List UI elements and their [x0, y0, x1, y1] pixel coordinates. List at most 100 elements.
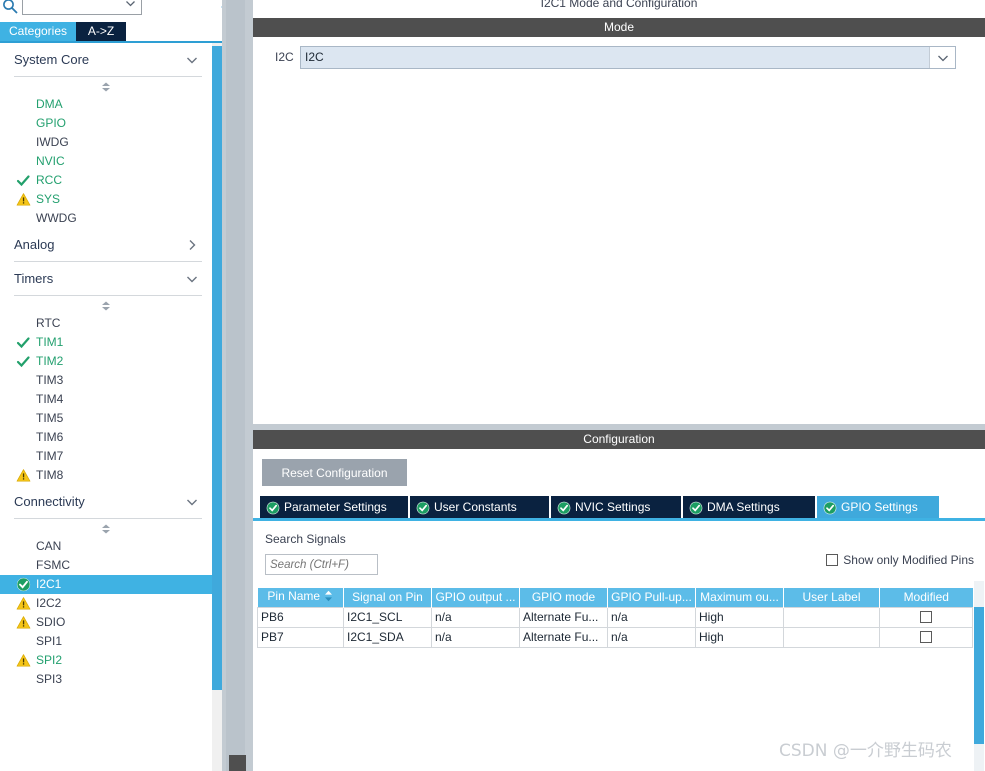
column-header-gpio-pull-up[interactable]: GPIO Pull-up... — [607, 588, 696, 607]
cell-gpio-output[interactable]: n/a — [431, 606, 520, 628]
panel-corner-box — [229, 755, 246, 771]
tree-item-dma[interactable]: DMA — [0, 95, 212, 114]
gpio-scrollbar-thumb[interactable] — [974, 607, 984, 744]
tree-item-tim2[interactable]: TIM2 — [0, 352, 212, 371]
tree-resize-handle[interactable] — [0, 79, 212, 95]
show-only-modified-pins-checkbox[interactable]: Show only Modified Pins — [826, 553, 974, 571]
cell-gpio-pullup[interactable]: n/a — [607, 606, 696, 628]
tree-item-fsmc[interactable]: FSMC — [0, 556, 212, 575]
tree-item-spi2[interactable]: SPI2 — [0, 651, 212, 670]
chevron-down-icon[interactable] — [929, 47, 955, 68]
left-scrollbar-thumb[interactable] — [212, 46, 222, 690]
cell-signal-on-pin[interactable]: I2C1_SDA — [343, 626, 432, 648]
cell-gpio-output[interactable]: n/a — [431, 626, 520, 648]
tab-gpio-settings[interactable]: GPIO Settings — [817, 496, 939, 518]
tree-group-system-core[interactable]: System Core — [14, 43, 202, 77]
cell-maximum-output[interactable]: High — [695, 606, 784, 628]
cell-gpio-pullup[interactable]: n/a — [607, 626, 696, 648]
tree-item-i2c1[interactable]: I2C1 — [0, 575, 212, 594]
tree-item-wwdg[interactable]: WWDG — [0, 209, 212, 228]
cell-user-label[interactable] — [783, 606, 880, 628]
tree-resize-handle[interactable] — [0, 521, 212, 537]
table-row[interactable]: PB7 I2C1_SDA n/a Alternate Fu... n/a High — [257, 626, 973, 648]
column-header-gpio-mode[interactable]: GPIO mode — [519, 588, 608, 607]
tree-item-label: TIM1 — [36, 335, 64, 349]
column-header-user-label[interactable]: User Label — [783, 588, 880, 607]
tab-categories[interactable]: Categories — [0, 22, 76, 41]
tree-group-label: Analog — [14, 237, 55, 252]
tree-item-iwdg[interactable]: IWDG — [0, 133, 212, 152]
search-signals-input[interactable] — [265, 554, 378, 575]
status-none-icon — [16, 373, 31, 388]
cell-signal-on-pin[interactable]: I2C1_SCL — [343, 606, 432, 628]
tree-item-i2c2[interactable]: I2C2 — [0, 594, 212, 613]
tree-item-spi3[interactable]: SPI3 — [0, 670, 212, 689]
status-none-icon — [16, 634, 31, 649]
column-header-label: User Label — [802, 590, 861, 605]
status-none-icon — [16, 97, 31, 112]
tree-item-sdio[interactable]: SDIO — [0, 613, 212, 632]
mode-section-header: Mode — [253, 18, 985, 37]
tree-item-spi1[interactable]: SPI1 — [0, 632, 212, 651]
i2c-mode-select[interactable]: I2C — [300, 46, 956, 69]
checkbox-box[interactable] — [920, 611, 932, 623]
tree-item-tim7[interactable]: TIM7 — [0, 447, 212, 466]
cell-user-label[interactable] — [783, 626, 880, 648]
reset-configuration-button[interactable]: Reset Configuration — [262, 459, 407, 486]
tree-group-analog[interactable]: Analog — [14, 228, 202, 262]
table-body: PB6 I2C1_SCL n/a Alternate Fu... n/a High PB7 I… — [257, 606, 973, 648]
tree-item-can[interactable]: CAN — [0, 537, 212, 556]
chevron-down-icon[interactable] — [125, 0, 136, 9]
tree-item-rtc[interactable]: RTC — [0, 314, 212, 333]
column-header-gpio-output[interactable]: GPIO output ... — [431, 588, 520, 607]
tree-item-tim4[interactable]: TIM4 — [0, 390, 212, 409]
tree-item-label: I2C2 — [36, 596, 62, 610]
tree-group-connectivity[interactable]: Connectivity — [14, 485, 202, 519]
tree-item-nvic[interactable]: NVIC — [0, 152, 212, 171]
tab-label: NVIC Settings — [575, 500, 651, 514]
status-none-icon — [16, 672, 31, 687]
tree-item-tim3[interactable]: TIM3 — [0, 371, 212, 390]
cell-gpio-mode[interactable]: Alternate Fu... — [519, 606, 608, 628]
table-row[interactable]: PB6 I2C1_SCL n/a Alternate Fu... n/a High — [257, 606, 973, 628]
warning-icon — [16, 615, 31, 630]
chevron-right-icon[interactable] — [186, 239, 198, 251]
tab-dma-settings[interactable]: DMA Settings — [683, 496, 815, 518]
cell-pin-name[interactable]: PB7 — [257, 626, 344, 648]
tree-item-tim5[interactable]: TIM5 — [0, 409, 212, 428]
chevron-down-icon[interactable] — [186, 54, 198, 66]
tab-a-to-z[interactable]: A->Z — [76, 22, 126, 41]
cell-pin-name[interactable]: PB6 — [257, 606, 344, 628]
status-none-icon — [16, 211, 31, 226]
status-none-icon — [16, 116, 31, 131]
tree-item-tim8[interactable]: TIM8 — [0, 466, 212, 485]
cell-maximum-output[interactable]: High — [695, 626, 784, 648]
tree-item-tim1[interactable]: TIM1 — [0, 333, 212, 352]
column-header-modified[interactable]: Modified — [879, 588, 973, 607]
tree-item-tim6[interactable]: TIM6 — [0, 428, 212, 447]
cell-modified-checkbox[interactable] — [879, 626, 973, 648]
tree-group-timers[interactable]: Timers — [14, 262, 202, 296]
cell-gpio-mode[interactable]: Alternate Fu... — [519, 626, 608, 648]
tab-user-constants[interactable]: User Constants — [410, 496, 549, 518]
chevron-down-icon[interactable] — [186, 496, 198, 508]
column-header-maximum-ou[interactable]: Maximum ou... — [695, 588, 784, 607]
peripheral-search-input[interactable] — [22, 0, 142, 15]
tab-parameter-settings[interactable]: Parameter Settings — [260, 496, 408, 518]
tree-group-label: System Core — [14, 52, 90, 67]
tree-item-rcc[interactable]: RCC — [0, 171, 212, 190]
tree-resize-handle[interactable] — [0, 298, 212, 314]
show-only-modified-pins-label: Show only Modified Pins — [843, 553, 974, 567]
chevron-down-icon[interactable] — [186, 273, 198, 285]
column-header-signal-on-pin[interactable]: Signal on Pin — [343, 588, 432, 607]
checkbox-box[interactable] — [920, 631, 932, 643]
tree-item-label: RTC — [36, 316, 61, 330]
tree-item-gpio[interactable]: GPIO — [0, 114, 212, 133]
tree-item-sys[interactable]: SYS — [0, 190, 212, 209]
cell-modified-checkbox[interactable] — [879, 606, 973, 628]
tab-nvic-settings[interactable]: NVIC Settings — [551, 496, 681, 518]
sort-arrows-icon[interactable] — [324, 590, 333, 605]
checkbox-box[interactable] — [826, 554, 839, 566]
column-header-pin-name[interactable]: Pin Name — [257, 588, 344, 607]
search-icon — [2, 0, 18, 14]
